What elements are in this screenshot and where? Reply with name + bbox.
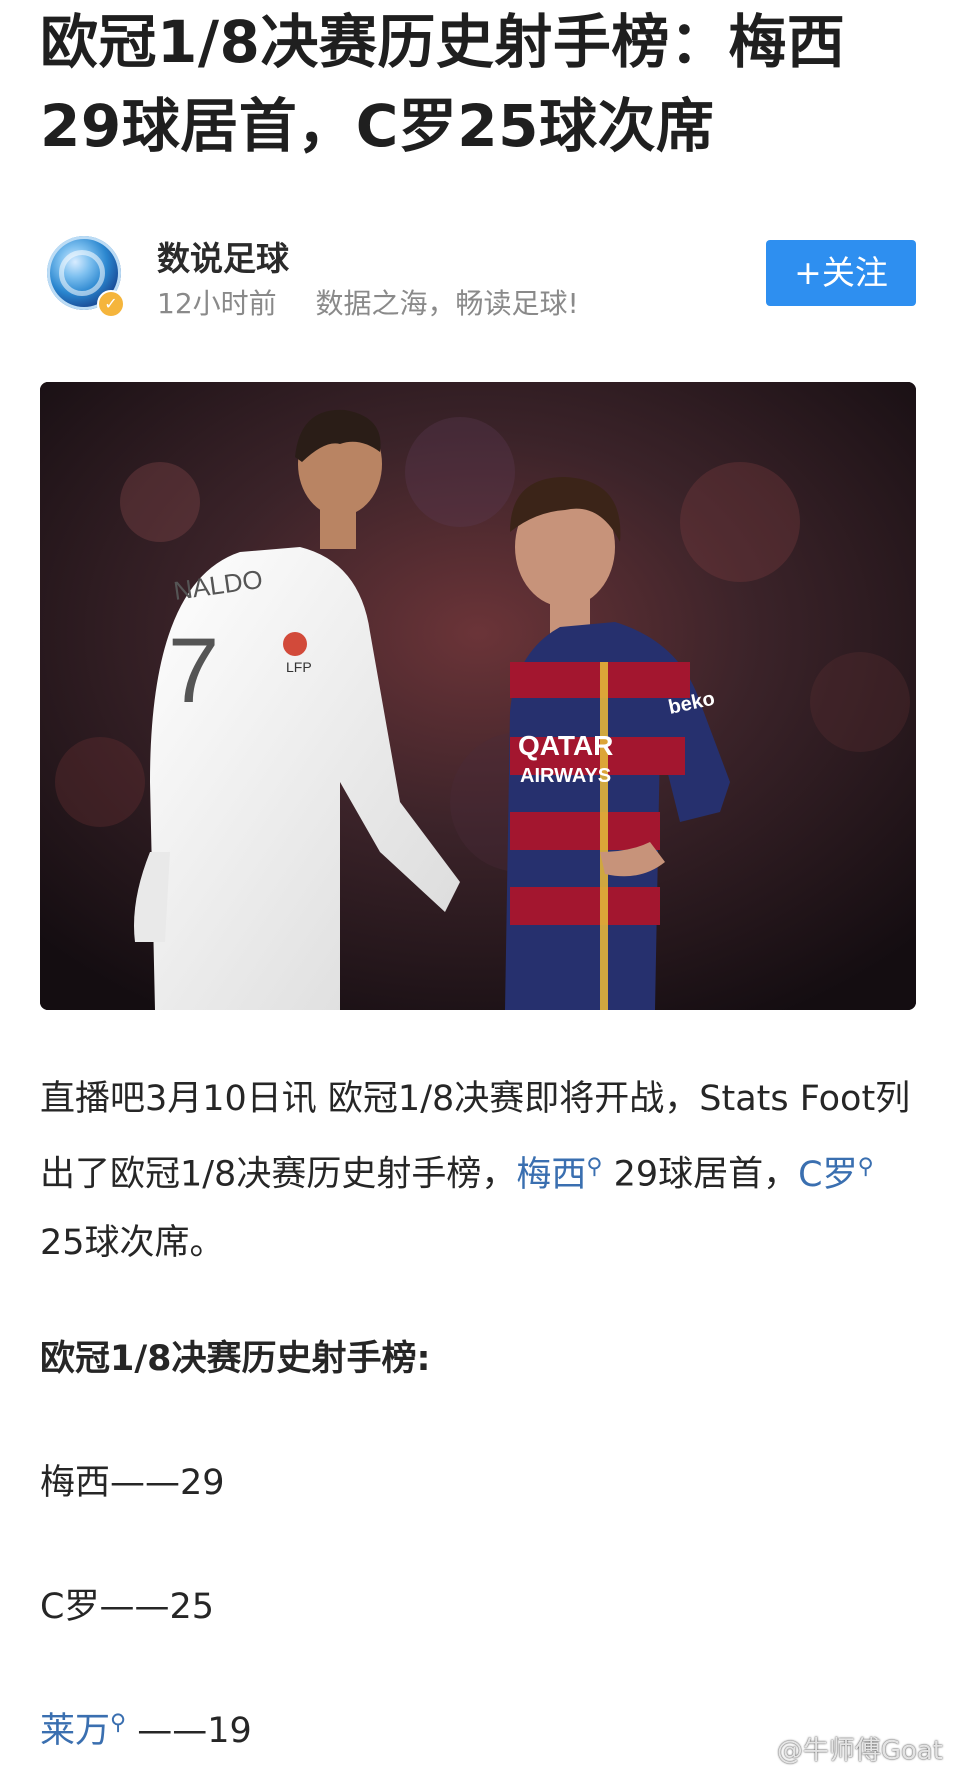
scorer-list-title: 欧冠1/8决赛历史射手榜: bbox=[40, 1339, 431, 1379]
hero-image[interactable]: NALDO 7 LFP QATAR AIRWAYS beko bbox=[40, 382, 916, 1010]
player-goals: ——25 bbox=[99, 1587, 214, 1627]
article-title-line2: 29球居首，C罗25球次席 bbox=[40, 92, 715, 160]
author-row: ✓ 数说足球 12小时前 数据之海，畅读足球! +关注 bbox=[40, 232, 916, 322]
watermark: @牛师傅Goat bbox=[776, 1736, 943, 1766]
jersey-sponsor2-text: AIRWAYS bbox=[520, 765, 611, 787]
author-slogan: 数据之海，畅读足球! bbox=[315, 287, 579, 320]
player-goals: ——29 bbox=[110, 1463, 225, 1503]
verified-badge-icon: ✓ bbox=[97, 290, 125, 318]
search-icon: ⚲ bbox=[110, 1710, 127, 1736]
hero-photo-illustration: NALDO 7 LFP QATAR AIRWAYS beko bbox=[40, 382, 916, 1010]
body-text-part3: 25球次席。 bbox=[40, 1222, 225, 1263]
jersey-number-text: 7 bbox=[168, 620, 219, 722]
list-item: 梅西——29 bbox=[40, 1454, 225, 1505]
link-cristiano-label: C罗 bbox=[798, 1154, 858, 1195]
search-icon: ⚲ bbox=[586, 1154, 603, 1179]
link-lewandowski-label: 莱万 bbox=[40, 1711, 111, 1751]
link-messi-label: 梅西 bbox=[516, 1154, 587, 1195]
player-name: C罗 bbox=[40, 1587, 100, 1627]
follow-button[interactable]: +关注 bbox=[766, 240, 916, 306]
badge-text: LFP bbox=[286, 659, 312, 675]
avatar-logo-ring bbox=[59, 250, 105, 296]
search-icon: ⚲ bbox=[857, 1154, 874, 1179]
link-cristiano[interactable]: C罗⚲ bbox=[798, 1154, 874, 1195]
body-text-part2: 29球居首， bbox=[602, 1154, 799, 1195]
post-time: 12小时前 bbox=[157, 287, 277, 320]
link-messi[interactable]: 梅西⚲ bbox=[516, 1154, 603, 1195]
article-title: 欧冠1/8决赛历史射手榜：梅西 29球居首，C罗25球次席 bbox=[40, 0, 920, 168]
player-name: 梅西 bbox=[40, 1463, 111, 1503]
article-page: 欧冠1/8决赛历史射手榜：梅西 29球居首，C罗25球次席 ✓ 数说足球 12小… bbox=[0, 0, 955, 1774]
author-name[interactable]: 数说足球 bbox=[157, 232, 289, 280]
list-item: 莱万⚲ ——19 bbox=[40, 1702, 252, 1753]
article-title-line1: 欧冠1/8决赛历史射手榜：梅西 bbox=[40, 8, 846, 76]
link-lewandowski[interactable]: 莱万⚲ bbox=[40, 1710, 127, 1751]
list-item: C罗——25 bbox=[40, 1578, 214, 1629]
player-goals: ——19 bbox=[137, 1711, 252, 1751]
jersey-sponsor-text: QATAR bbox=[518, 730, 613, 761]
author-meta: 12小时前 数据之海，畅读足球! bbox=[157, 282, 579, 322]
article-body-paragraph: 直播吧3月10日讯 欧冠1/8决赛即将开战，Stats Foot列出了欧冠1/8… bbox=[40, 1065, 920, 1277]
